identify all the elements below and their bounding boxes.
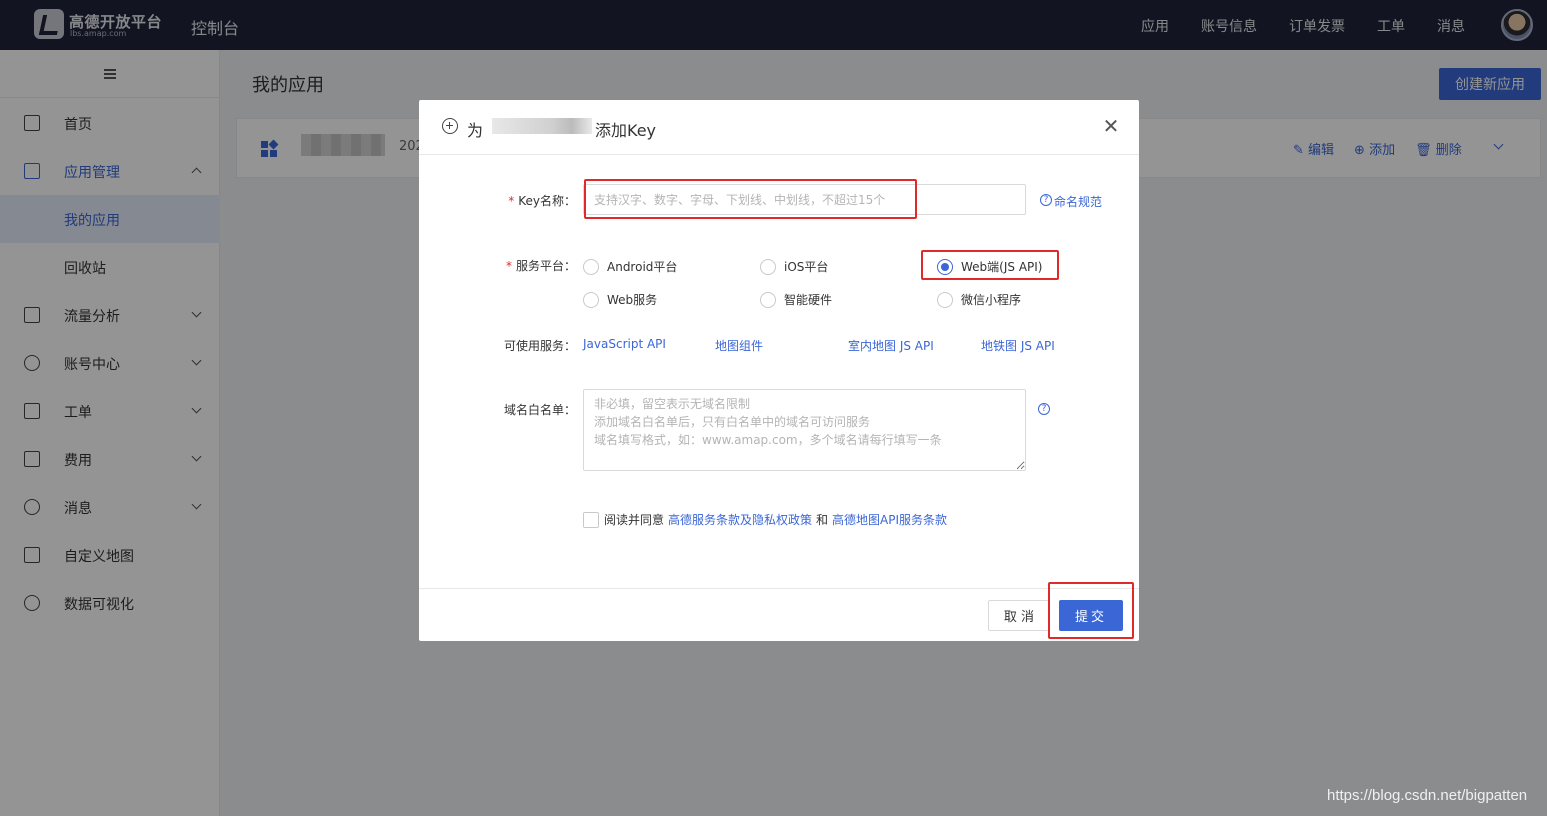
radio-label: 智能硬件	[784, 293, 833, 307]
plus-circle-icon	[442, 118, 458, 134]
radio-label: Web服务	[607, 293, 658, 307]
platform-label-text: 服务平台：	[515, 259, 576, 273]
radio-circle[interactable]	[583, 291, 599, 308]
radio-circle[interactable]	[937, 291, 953, 308]
radio-ios[interactable]: iOS平台	[760, 258, 828, 275]
service-javascript-api[interactable]: JavaScript API	[583, 337, 666, 351]
radio-label: Android平台	[607, 260, 678, 274]
platform-label: * 服务平台：	[505, 259, 576, 273]
modal-title: 添加Key	[595, 121, 657, 140]
cancel-button[interactable]: 取 消	[988, 600, 1050, 631]
services-label: 可使用服务：	[503, 339, 576, 353]
help-icon[interactable]: ?	[1038, 403, 1050, 415]
radio-wechat-miniprogram[interactable]: 微信小程序	[937, 291, 1021, 308]
highlight-box	[1048, 582, 1134, 639]
watermark: https://blog.csdn.net/bigpatten	[1327, 787, 1528, 804]
service-indoor-map[interactable]: 室内地图 JS API	[848, 337, 934, 354]
radio-android[interactable]: Android平台	[583, 258, 677, 275]
radio-circle[interactable]	[760, 258, 776, 275]
terms-privacy-link[interactable]: 高德服务条款及隐私权政策	[668, 511, 812, 528]
modal-title-prefix: 为	[467, 121, 484, 140]
key-name-label: * Key名称：	[508, 194, 576, 208]
radio-smart-hardware[interactable]: 智能硬件	[760, 291, 832, 308]
naming-rule-link[interactable]: 命名规范	[1054, 193, 1102, 210]
domain-whitelist-input[interactable]	[583, 389, 1026, 471]
service-map-components[interactable]: 地图组件	[715, 337, 763, 354]
highlight-box	[921, 250, 1059, 280]
agree-and: 和	[816, 513, 829, 527]
radio-circle[interactable]	[583, 258, 599, 275]
agreement-row: 阅读并同意 高德服务条款及隐私权政策 和 高德地图API服务条款	[583, 511, 947, 528]
whitelist-label: 域名白名单：	[503, 403, 576, 417]
radio-web-service[interactable]: Web服务	[583, 291, 657, 308]
app-name-redacted	[492, 118, 592, 134]
close-icon[interactable]: ✕	[1102, 116, 1120, 136]
radio-circle[interactable]	[760, 291, 776, 308]
radio-label: 微信小程序	[961, 293, 1022, 307]
service-subway-map[interactable]: 地铁图 JS API	[981, 337, 1055, 354]
help-icon[interactable]: ?	[1040, 194, 1052, 206]
modal-header: 为 添加Key ✕	[419, 100, 1139, 155]
agree-text: 阅读并同意	[604, 513, 665, 527]
modal-footer-divider	[419, 588, 1139, 589]
api-terms-link[interactable]: 高德地图API服务条款	[832, 511, 947, 528]
agree-checkbox[interactable]	[583, 511, 599, 528]
key-name-label-text: Key名称：	[518, 194, 576, 208]
highlight-box	[584, 179, 917, 219]
radio-label: iOS平台	[784, 260, 829, 274]
